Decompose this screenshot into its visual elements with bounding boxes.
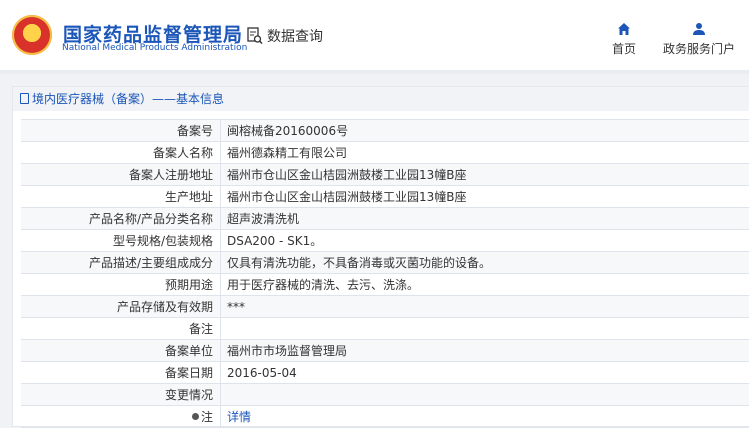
field-label: 产品名称/产品分类名称	[21, 208, 221, 230]
field-value: 超声波清洗机	[221, 208, 749, 230]
field-label-note: 注	[21, 406, 221, 428]
document-search-icon	[247, 27, 263, 45]
field-label: 产品存储及有效期	[21, 296, 221, 318]
logo-title-en[interactable]: National Medical Products Administration	[62, 43, 247, 53]
field-label: 备注	[21, 318, 221, 340]
field-label: 备案号	[21, 120, 221, 142]
field-value: 2016-05-04	[221, 362, 749, 384]
document-icon	[20, 93, 29, 104]
table-row: 生产地址福州市仓山区金山桔园洲鼓楼工业园13幢B座	[21, 186, 749, 208]
header-divider	[0, 70, 749, 74]
table-row-note: 注详情	[21, 406, 749, 428]
field-label: 变更情况	[21, 384, 221, 406]
field-value	[221, 384, 749, 406]
table-row: 备注	[21, 318, 749, 340]
record-detail-table: 备案号闽榕械备20160006号备案人名称福州德森精工有限公司备案人注册地址福州…	[21, 119, 749, 428]
field-label: 备案日期	[21, 362, 221, 384]
details-link[interactable]: 详情	[227, 410, 251, 424]
user-icon	[692, 22, 706, 36]
nav-service-portal[interactable]: 政务服务门户	[659, 22, 739, 57]
field-value: ***	[221, 296, 749, 318]
card-title: 境内医疗器械（备案）——基本信息	[13, 87, 749, 111]
table-row: 产品名称/产品分类名称超声波清洗机	[21, 208, 749, 230]
field-value: 福州市仓山区金山桔园洲鼓楼工业园13幢B座	[221, 186, 749, 208]
national-emblem-icon	[12, 15, 52, 55]
field-label: 产品描述/主要组成成分	[21, 252, 221, 274]
data-query-link[interactable]: 数据查询	[247, 26, 323, 46]
table-row: 变更情况	[21, 384, 749, 406]
field-label: 备案单位	[21, 340, 221, 362]
table-row: 备案日期2016-05-04	[21, 362, 749, 384]
field-value: 福州市市场监督管理局	[221, 340, 749, 362]
field-label: 备案人注册地址	[21, 164, 221, 186]
field-label: 备案人名称	[21, 142, 221, 164]
table-row: 备案号闽榕械备20160006号	[21, 120, 749, 142]
table-row: 备案人名称福州德森精工有限公司	[21, 142, 749, 164]
card-title-text: 境内医疗器械（备案）——基本信息	[32, 92, 224, 106]
record-detail-card: 境内医疗器械（备案）——基本信息 备案号闽榕械备20160006号备案人名称福州…	[12, 86, 749, 427]
field-value: 福州市仓山区金山桔园洲鼓楼工业园13幢B座	[221, 164, 749, 186]
field-label: 生产地址	[21, 186, 221, 208]
field-value: 福州德森精工有限公司	[221, 142, 749, 164]
nav-service-label: 政务服务门户	[663, 42, 735, 56]
field-value-note: 详情	[221, 406, 749, 428]
table-row: 产品存储及有效期***	[21, 296, 749, 318]
field-label: 预期用途	[21, 274, 221, 296]
data-query-label: 数据查询	[267, 26, 323, 46]
field-value: 仅具有清洗功能，不具备消毒或灭菌功能的设备。	[221, 252, 749, 274]
nav-home-label: 首页	[612, 42, 636, 56]
table-row: 产品描述/主要组成成分仅具有清洗功能，不具备消毒或灭菌功能的设备。	[21, 252, 749, 274]
field-value	[221, 318, 749, 340]
field-label: 型号规格/包装规格	[21, 230, 221, 252]
pin-icon	[192, 413, 199, 420]
home-icon	[617, 22, 631, 36]
field-value: 闽榕械备20160006号	[221, 120, 749, 142]
field-value: 用于医疗器械的清洗、去污、洗涤。	[221, 274, 749, 296]
field-value: DSA200 - SK1。	[221, 230, 749, 252]
nav-home[interactable]: 首页	[606, 22, 642, 57]
table-row: 备案单位福州市市场监督管理局	[21, 340, 749, 362]
site-header: 国家药品监督管理局 National Medical Products Admi…	[0, 0, 749, 70]
table-row: 型号规格/包装规格DSA200 - SK1。	[21, 230, 749, 252]
table-row: 备案人注册地址福州市仓山区金山桔园洲鼓楼工业园13幢B座	[21, 164, 749, 186]
table-row: 预期用途用于医疗器械的清洗、去污、洗涤。	[21, 274, 749, 296]
note-label-text: 注	[201, 410, 213, 424]
